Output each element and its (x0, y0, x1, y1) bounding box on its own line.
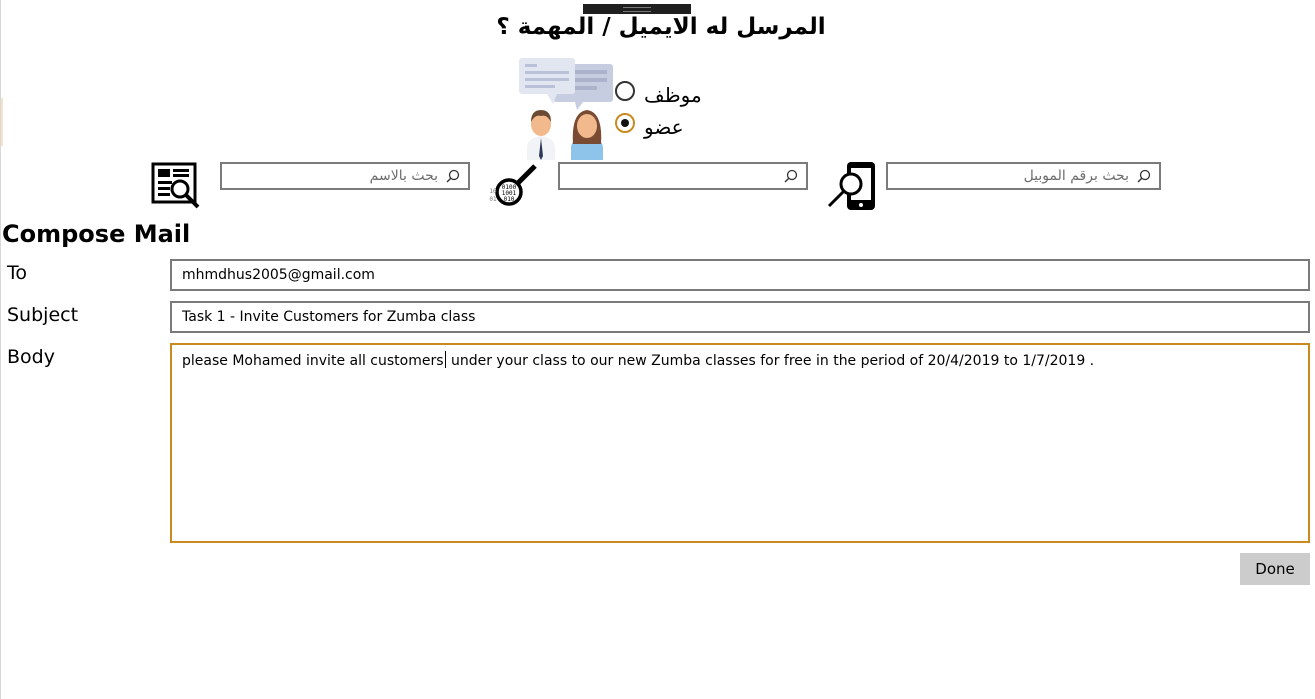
search-by-mobile-box[interactable] (886, 162, 1161, 190)
people-chat-icon (519, 58, 613, 160)
body-text-before-caret: please Mohamed invite all customers (182, 353, 444, 369)
svg-text:010: 010 (504, 196, 515, 203)
compose-mail-title: Compose Mail (2, 220, 191, 248)
document-search-icon[interactable] (151, 160, 201, 210)
subject-field[interactable]: Task 1 - Invite Customers for Zumba clas… (170, 301, 1310, 333)
search-by-name-input[interactable] (222, 164, 468, 188)
search-by-mobile-input[interactable] (888, 164, 1159, 188)
search-by-code-box[interactable] (558, 162, 808, 190)
search-by-name-box[interactable] (220, 162, 470, 190)
search-by-code-input[interactable] (560, 164, 806, 188)
radio-member-circle[interactable] (615, 113, 635, 133)
to-label: To (7, 262, 28, 284)
body-label: Body (7, 346, 55, 368)
body-text-after-caret: under your class to our new Zumba classe… (446, 353, 1095, 369)
radio-employee-label: موظف (644, 83, 702, 107)
body-textarea[interactable]: please Mohamed invite all customers unde… (170, 343, 1310, 543)
search-icon[interactable] (1137, 169, 1151, 183)
search-icon[interactable] (784, 169, 798, 183)
svg-text:01: 01 (489, 196, 497, 203)
app-window: المرسل له الايميل / المهمة ؟ موظف عضو بح… (0, 0, 1315, 699)
search-icon[interactable] (446, 169, 460, 183)
svg-text:10: 10 (489, 188, 497, 195)
text-caret (444, 351, 446, 368)
left-accent-bar (1, 98, 3, 146)
binary-search-icon[interactable]: 0100 1001 010 10 01 (489, 164, 537, 208)
done-button[interactable]: Done (1240, 553, 1310, 585)
mobile-search-icon[interactable] (827, 160, 879, 212)
radio-member[interactable]: عضو (615, 110, 684, 139)
radio-employee[interactable]: موظف (615, 78, 702, 107)
recipient-question-title: المرسل له الايميل / المهمة ؟ (496, 14, 826, 40)
subject-label: Subject (7, 304, 79, 326)
radio-member-label: عضو (644, 115, 684, 139)
radio-employee-circle[interactable] (615, 81, 635, 101)
window-drag-handle[interactable] (583, 4, 691, 14)
to-field[interactable]: mhmdhus2005@gmail.com (170, 259, 1310, 291)
